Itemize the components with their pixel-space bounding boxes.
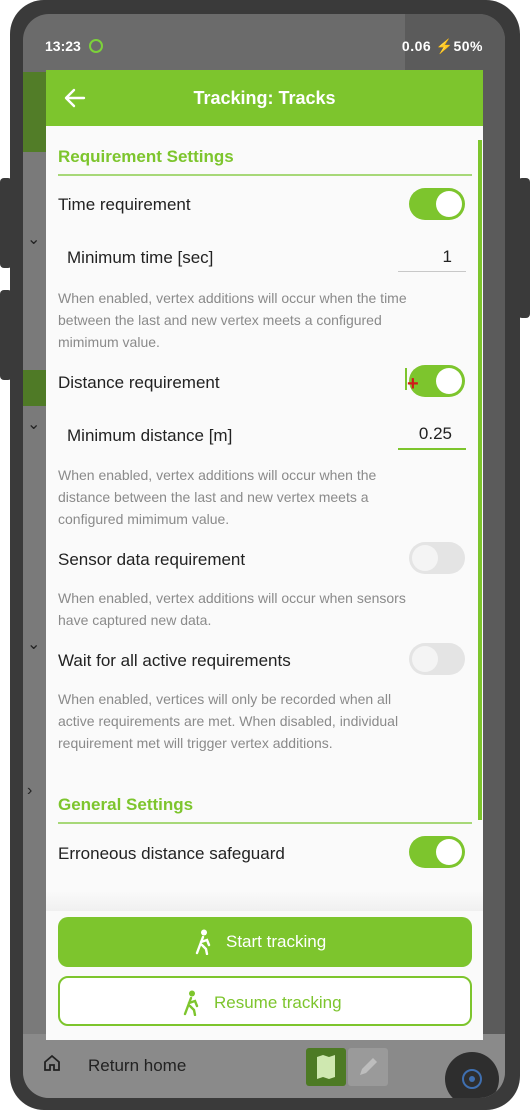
map-button[interactable] [306, 1048, 346, 1086]
sensor-requirement-toggle[interactable] [409, 542, 465, 574]
power-button [0, 290, 12, 380]
map-icon [317, 1055, 335, 1079]
return-home-label[interactable]: Return home [88, 1056, 186, 1076]
toggle-knob [436, 191, 462, 217]
erroneous-distance-toggle[interactable] [409, 836, 465, 868]
dialog-body[interactable]: Requirement Settings Time requirement Mi… [46, 126, 483, 1040]
time-requirement-label: Time requirement [58, 195, 191, 214]
dialog-header: Tracking: Tracks [46, 70, 483, 126]
start-tracking-button[interactable]: Start tracking [58, 917, 472, 967]
minimum-distance-label: Minimum distance [m] [67, 426, 233, 445]
home-icon[interactable] [43, 1054, 61, 1072]
walking-person-icon [195, 929, 211, 955]
minimum-distance-input[interactable] [398, 420, 466, 450]
dialog-title: Tracking: Tracks [193, 88, 336, 108]
toggle-knob [436, 839, 462, 865]
sync-icon [89, 39, 103, 53]
chevron-down-icon[interactable]: ⌄ [27, 634, 40, 654]
status-bar: 13:23 0.06 ⚡50% [23, 14, 505, 72]
resume-tracking-label: Resume tracking [214, 993, 342, 1012]
wait-all-description: When enabled, vertices will only be reco… [58, 691, 399, 751]
side-button-right [518, 178, 530, 318]
time-requirement-description: When enabled, vertex additions will occu… [58, 290, 407, 350]
crosshair-icon [462, 1069, 482, 1089]
minimum-time-input[interactable] [398, 242, 466, 272]
status-indicators: 0.06 ⚡50% [401, 38, 483, 54]
status-time: 13:23 [45, 38, 81, 54]
distance-requirement-description: When enabled, vertex additions will occu… [58, 467, 377, 527]
scrollbar[interactable] [478, 140, 482, 820]
toggle-knob [436, 368, 462, 394]
section-divider [58, 822, 472, 824]
distance-requirement-label: Distance requirement [58, 373, 220, 392]
section-divider [58, 174, 472, 176]
edit-button[interactable] [348, 1048, 388, 1086]
tracking-dialog: Tracking: Tracks Requirement Settings Ti… [46, 70, 483, 1040]
erroneous-distance-label: Erroneous distance safeguard [58, 844, 285, 863]
requirement-settings-heading: Requirement Settings [58, 147, 234, 166]
touch-cursor-icon: + [407, 373, 419, 395]
scroll-fade [46, 891, 483, 911]
chevron-right-icon[interactable]: › [27, 782, 32, 800]
chevron-down-icon[interactable]: ⌄ [27, 414, 40, 434]
toggle-knob [412, 545, 438, 571]
locate-button[interactable] [445, 1052, 499, 1098]
pencil-icon [360, 1058, 377, 1075]
bottom-nav: Return home [23, 1034, 505, 1098]
sensor-requirement-description: When enabled, vertex additions will occu… [58, 590, 406, 628]
toggle-knob [412, 646, 438, 672]
general-settings-heading: General Settings [58, 795, 194, 814]
chevron-down-icon[interactable]: ⌄ [27, 229, 40, 249]
start-tracking-label: Start tracking [226, 932, 327, 951]
minimum-time-label: Minimum time [sec] [67, 248, 214, 267]
volume-button [0, 178, 12, 268]
time-requirement-toggle[interactable] [409, 188, 465, 220]
resume-tracking-button[interactable]: Resume tracking [58, 976, 472, 1026]
wait-all-label: Wait for all active requirements [58, 651, 291, 670]
wait-all-toggle[interactable] [409, 643, 465, 675]
walking-person-icon [183, 990, 199, 1016]
sensor-requirement-label: Sensor data requirement [58, 550, 246, 569]
